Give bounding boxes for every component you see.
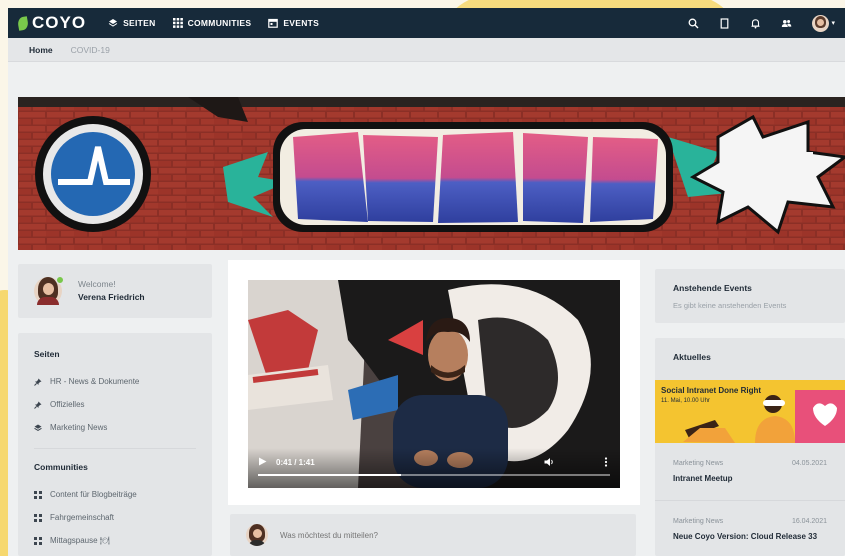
pin-icon [34, 401, 42, 409]
grid-icon [172, 18, 183, 28]
video-time: 0:41 / 1:41 [276, 458, 315, 467]
header-banner-image [18, 97, 845, 250]
avatar[interactable] [34, 276, 64, 305]
grid-icon [34, 536, 42, 545]
news-title: Neue Coyo Version: Cloud Release 33 [673, 532, 818, 541]
nav-item-events[interactable]: EVENTS [268, 18, 319, 28]
sidebar-item-mittagspause[interactable]: Mittagspause 🍽 [34, 529, 212, 552]
bookmark-icon[interactable] [719, 17, 730, 29]
news-source: Marketing News [673, 460, 724, 467]
pin-icon [34, 378, 42, 386]
app-window: COYO SEITEN COMMUNITIES EVENTS ▾ Home CO… [8, 8, 845, 556]
chevron-down-icon: ▾ [831, 20, 835, 27]
news-title: Intranet Meetup [673, 474, 733, 483]
nav-item-communities[interactable]: COMMUNITIES [172, 18, 252, 28]
sidebar-item-label: Offizielles [50, 400, 85, 409]
user-menu[interactable]: ▾ [812, 14, 835, 32]
nav-label: EVENTS [283, 18, 320, 28]
welcome-card: Welcome! Verena Friedrich [18, 264, 212, 318]
featured-title: Social Intranet Done Right [661, 386, 762, 395]
play-icon[interactable] [258, 457, 267, 466]
sidebar-item-marketing-news[interactable]: Marketing News [34, 416, 212, 439]
post-composer [230, 514, 636, 556]
communities-heading: Communities [34, 462, 88, 472]
news-item[interactable]: Marketing News 04.05.2021 Intranet Meetu… [655, 443, 845, 501]
nav-label: COMMUNITIES [187, 18, 252, 28]
top-navbar: COYO SEITEN COMMUNITIES EVENTS ▾ [8, 8, 845, 38]
news-card: Aktuelles Social Intranet Done Right 11.… [655, 338, 845, 556]
volume-icon[interactable] [544, 457, 554, 467]
divider [34, 448, 196, 449]
sidebar-item-label: HR - News & Dokumente [50, 377, 140, 386]
sidebar-item-label: Content für Blogbeiträge [50, 490, 137, 499]
people-icon[interactable] [781, 18, 792, 29]
video-progress-fill [258, 474, 401, 476]
nav-item-seiten[interactable]: SEITEN [108, 18, 156, 28]
layers-icon [108, 19, 118, 27]
news-item[interactable]: Marketing News 16.04.2021 Neue Coyo Vers… [655, 501, 845, 556]
news-heading: Aktuelles [673, 352, 711, 362]
user-name[interactable]: Verena Friedrich [78, 291, 145, 304]
sidebar-item-label: Mittagspause 🍽 [50, 536, 110, 545]
bell-icon[interactable] [750, 18, 761, 29]
grid-icon [34, 513, 42, 522]
events-empty-message: Es gibt keine anstehenden Events [673, 301, 787, 310]
news-date: 04.05.2021 [791, 460, 827, 467]
video-progress-bar[interactable] [258, 474, 610, 476]
post-input[interactable] [280, 530, 580, 540]
online-status-dot [56, 276, 64, 284]
video-player[interactable]: 0:41 / 1:41 [248, 280, 620, 488]
sidebar-item-fahrgemeinschaft[interactable]: Fahrgemeinschaft [34, 506, 212, 529]
welcome-greeting: Welcome! [78, 279, 116, 289]
events-card: Anstehende Events Es gibt keine anstehen… [655, 269, 845, 323]
news-source: Marketing News [673, 518, 724, 525]
sidebar-item-label: Marketing News [50, 423, 108, 432]
logo-leaf-icon [16, 15, 30, 31]
logo[interactable]: COYO [16, 13, 87, 33]
featured-date: 11. Mai, 10.00 Uhr [661, 398, 710, 404]
sidebar-nav-card: Seiten HR - News & Dokumente Offizielles… [18, 333, 212, 556]
sidebar-item-hr-news[interactable]: HR - News & Dokumente [34, 370, 212, 393]
grid-icon [34, 490, 42, 499]
pages-heading: Seiten [34, 349, 60, 359]
more-options-icon[interactable] [604, 457, 608, 467]
sidebar-item-label: Fahrgemeinschaft [50, 513, 115, 522]
breadcrumb: Home COVID-19 [8, 38, 845, 62]
calendar-icon [268, 18, 279, 28]
nav-label: SEITEN [123, 18, 156, 28]
news-featured-image[interactable]: Social Intranet Done Right 11. Mai, 10.0… [655, 380, 845, 443]
search-icon[interactable] [688, 18, 699, 29]
video-card: 0:41 / 1:41 [228, 260, 640, 505]
avatar [246, 524, 268, 546]
news-date: 16.04.2021 [791, 518, 827, 525]
logo-text: COYO [32, 13, 87, 32]
breadcrumb-home[interactable]: Home [29, 45, 53, 55]
sidebar-item-offizielles[interactable]: Offizielles [34, 393, 212, 416]
sidebar-item-content-blog[interactable]: Content für Blogbeiträge [34, 483, 212, 506]
breadcrumb-current[interactable]: COVID-19 [71, 45, 110, 55]
avatar [812, 14, 830, 32]
video-controls: 0:41 / 1:41 [248, 448, 620, 488]
events-heading: Anstehende Events [673, 283, 752, 293]
layers-icon [34, 424, 42, 431]
